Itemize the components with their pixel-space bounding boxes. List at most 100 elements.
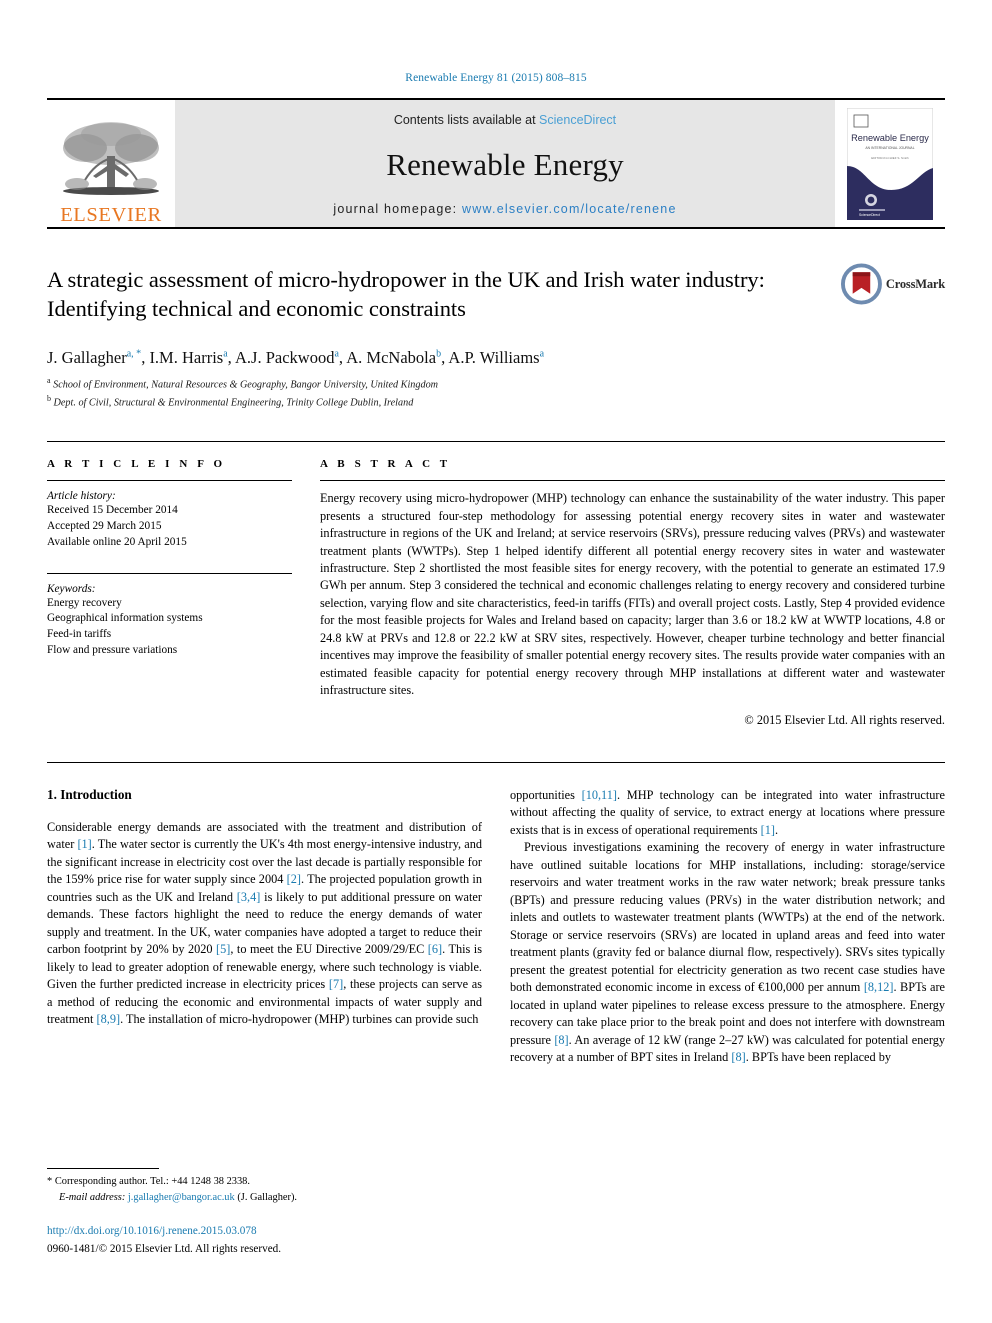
author-name: A. McNabola [346, 348, 437, 367]
homepage-link[interactable]: www.elsevier.com/locate/renene [462, 202, 677, 216]
affiliation-item: b Dept. of Civil, Structural & Environme… [47, 393, 945, 411]
svg-text:ScienceDirect: ScienceDirect [859, 213, 880, 217]
divider [320, 480, 945, 482]
paragraph: opportunities [10,11]. MHP technology ca… [510, 787, 945, 840]
keywords-block: Keywords: Energy recovery Geographical i… [47, 572, 292, 659]
doi-link[interactable]: http://dx.doi.org/10.1016/j.renene.2015.… [47, 1225, 482, 1237]
article-info-column: A R T I C L E I N F O Article history: R… [47, 458, 292, 727]
paragraph-text: Previous investigations examining the re… [510, 840, 945, 1065]
affiliation-item: a School of Environment, Natural Resourc… [47, 375, 945, 393]
body-right-column: opportunities [10,11]. MHP technology ca… [510, 787, 945, 1257]
citation-link[interactable]: [5] [216, 942, 230, 956]
paragraph: Previous investigations examining the re… [510, 839, 945, 1067]
article-history-label: Article history: [47, 490, 116, 503]
email-label: E-mail address: [59, 1191, 126, 1203]
journal-masthead: ELSEVIER Contents lists available at Sci… [47, 98, 945, 229]
author-marks: a [223, 348, 228, 360]
paragraph-text: opportunities [10,11]. MHP technology ca… [510, 787, 945, 837]
article-info-heading: A R T I C L E I N F O [47, 458, 226, 471]
journal-title: Renewable Energy [386, 146, 624, 182]
contents-line: Contents lists available at ScienceDirec… [394, 113, 616, 127]
author-item: A.P. Williamsa [448, 348, 544, 367]
citation-link[interactable]: [7] [329, 977, 343, 991]
affiliation-mark: b [47, 394, 51, 404]
body-left-column: 1. Introduction Considerable energy dema… [47, 787, 482, 1257]
affiliation-mark: a [47, 376, 51, 386]
footnote-rule [47, 1168, 159, 1170]
divider [47, 480, 292, 482]
citation-link[interactable]: [2] [287, 872, 301, 886]
author-name: J. Gallagher [47, 348, 127, 367]
author-marks: a [334, 348, 339, 360]
crossmark-badge[interactable]: CrossMark [841, 261, 945, 307]
paragraph: Considerable energy demands are associat… [47, 819, 482, 1029]
citation-link[interactable]: [6] [428, 942, 442, 956]
homepage-prefix: journal homepage: [333, 202, 463, 216]
citation-link[interactable]: [8,9] [97, 1012, 121, 1026]
paragraph-text: Considerable energy demands are associat… [47, 819, 483, 1027]
email-link[interactable]: j.gallagher@bangor.ac.uk [128, 1192, 235, 1203]
footnote-area: * Corresponding author. Tel.: +44 1248 3… [47, 1168, 482, 1256]
keywords-label: Keywords: [47, 582, 96, 595]
body-columns: 1. Introduction Considerable energy dema… [47, 787, 945, 1257]
affiliation-list: a School of Environment, Natural Resourc… [47, 375, 945, 411]
journal-cover-thumbnail: Renewable Energy AN INTERNATIONAL JOURNA… [835, 100, 945, 227]
divider [47, 572, 292, 574]
journal-cover-image: Renewable Energy AN INTERNATIONAL JOURNA… [847, 107, 933, 220]
issn-copyright-line: 0960-1481/© 2015 Elsevier Ltd. All right… [47, 1242, 282, 1255]
crossmark-icon [841, 263, 882, 305]
author-list: J. Gallaghera, *, I.M. Harrisa, A.J. Pac… [47, 348, 545, 367]
doi-block: http://dx.doi.org/10.1016/j.renene.2015.… [47, 1225, 482, 1257]
citation-link[interactable]: [8] [554, 1033, 568, 1047]
keyword-item: Feed-in tariffs [47, 628, 112, 641]
author-item: A. McNabolab [346, 348, 441, 367]
svg-text:EDITOR-IN-CHIEF S. Smith: EDITOR-IN-CHIEF S. Smith [871, 156, 909, 160]
article-history-item: Available online 20 April 2015 [47, 535, 187, 548]
elsevier-tree-icon [63, 121, 159, 195]
author-item: I.M. Harrisa [149, 348, 227, 367]
abstract-column: A B S T R A C T Energy recovery using mi… [320, 458, 945, 727]
journal-homepage-line: journal homepage: www.elsevier.com/locat… [333, 202, 676, 216]
citation-link[interactable]: [3,4] [237, 890, 261, 904]
citation-link[interactable]: [1] [761, 823, 775, 837]
affiliation-text: Dept. of Civil, Structural & Environment… [53, 397, 414, 409]
keyword-item: Geographical information systems [47, 612, 203, 625]
paper-page: Renewable Energy 81 (2015) 808–815 ELSEV… [0, 0, 992, 1323]
crossmark-label: CrossMark [885, 276, 945, 291]
author-name: I.M. Harris [149, 348, 224, 367]
abstract-copyright: © 2015 Elsevier Ltd. All rights reserved… [744, 712, 945, 727]
citation-link[interactable]: [8] [731, 1050, 745, 1064]
abstract-text: Energy recovery using micro-hydropower (… [320, 491, 945, 698]
author-name: A.J. Packwood [235, 348, 335, 367]
corresponding-author-note: * Corresponding author. Tel.: +44 1248 3… [47, 1174, 482, 1189]
sciencedirect-link[interactable]: ScienceDirect [539, 113, 616, 127]
email-note: E-mail address: j.gallagher@bangor.ac.uk… [47, 1190, 482, 1205]
sciencedirect-banner: Contents lists available at ScienceDirec… [175, 100, 835, 227]
running-head: Renewable Energy 81 (2015) 808–815 [405, 72, 587, 84]
svg-text:AN INTERNATIONAL JOURNAL: AN INTERNATIONAL JOURNAL [865, 146, 914, 150]
article-history-item: Accepted 29 March 2015 [47, 520, 162, 532]
article-history-item: Received 15 December 2014 [47, 504, 178, 517]
abstract-heading: A B S T R A C T [320, 458, 451, 471]
divider [47, 761, 945, 763]
author-marks: a [539, 348, 545, 360]
citation-link[interactable]: [1] [77, 837, 91, 851]
author-item: J. Gallaghera, * [47, 348, 141, 367]
contents-prefix: Contents lists available at [393, 113, 540, 127]
citation-link[interactable]: [10,11] [582, 788, 617, 802]
email-owner: (J. Gallagher). [237, 1191, 298, 1203]
citation-link[interactable]: [8,12] [864, 980, 894, 994]
author-name: A.P. Williams [448, 348, 540, 367]
keyword-item: Energy recovery [47, 596, 122, 609]
author-item: A.J. Packwooda [235, 348, 339, 367]
author-marks: b [436, 348, 442, 360]
corresponding-marker: * [47, 1176, 53, 1188]
keyword-item: Flow and pressure variations [47, 644, 178, 657]
elsevier-wordmark: ELSEVIER [60, 203, 162, 226]
elsevier-logo: ELSEVIER [47, 100, 175, 227]
corresponding-text: Corresponding author. Tel.: +44 1248 38 … [54, 1176, 250, 1188]
author-marks: a, * [126, 348, 142, 360]
svg-text:Renewable Energy: Renewable Energy [851, 133, 929, 143]
affiliation-text: School of Environment, Natural Resources… [53, 379, 439, 391]
title-block: A strategic assessment of micro-hydropow… [47, 263, 945, 331]
